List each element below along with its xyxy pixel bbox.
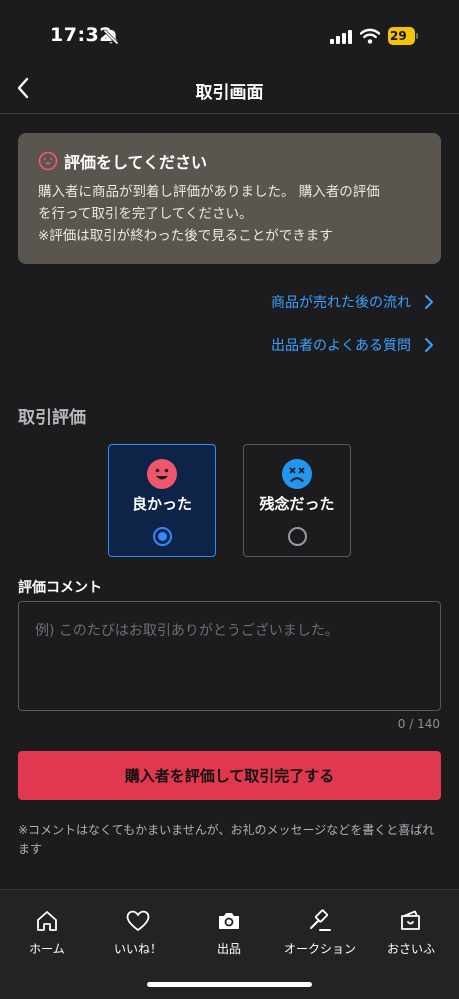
home-icon — [37, 911, 57, 931]
battery-level: 29 — [388, 27, 415, 45]
tab-sell[interactable]: 出品 — [189, 908, 269, 957]
notice-header: 評価をしてください — [38, 149, 421, 173]
comment-footnote: ※コメントはなくてもかまいませんが、お礼のメッセージなどを書くと喜ばれます — [18, 823, 435, 856]
notice-line: を行って取引を完了してください。 — [38, 206, 253, 222]
heart-icon — [126, 910, 150, 931]
rating-option-bad[interactable]: 残念だった — [243, 444, 351, 557]
link-label: 商品が売れた後の流れ — [271, 295, 411, 311]
notice-title: 評価をしてください — [64, 153, 208, 172]
comment-label: 評価コメント — [18, 580, 102, 596]
wifi-icon — [360, 28, 380, 44]
tab-wallet[interactable]: おさいふ — [371, 908, 451, 957]
bell-muted-icon — [103, 29, 119, 45]
gavel-icon — [310, 909, 331, 931]
screen: 17:32 29 取引画面 評価をしてください 購入者に商品が到着し評価がありま… — [0, 0, 459, 999]
tab-label: おさいふ — [386, 942, 435, 956]
rating-option-good[interactable]: 良かった — [108, 444, 216, 557]
complete-transaction-button[interactable]: 購入者を評価して取引完了する — [18, 751, 441, 800]
rating-option-label: 良かった — [131, 495, 192, 513]
radio-unselected[interactable] — [288, 527, 307, 546]
status-bar: 17:32 29 — [0, 0, 459, 66]
tab-label: オークション — [283, 942, 356, 956]
camera-icon — [219, 913, 239, 929]
battery-tip — [416, 33, 418, 39]
rating-option-label: 残念だった — [259, 495, 335, 513]
tab-auction[interactable]: オークション — [280, 908, 360, 957]
notice-line: 購入者に商品が到着し評価がありました。 購入者の評価 — [38, 184, 380, 200]
link-label: 出品者のよくある質問 — [271, 338, 411, 354]
notice-line: ※評価は取引が終わった後で見ることができます — [38, 228, 333, 244]
smile-face-icon — [38, 151, 58, 171]
tab-home[interactable]: ホーム — [7, 908, 87, 957]
nav-bar: 取引画面 — [0, 66, 459, 114]
notice-body: 購入者に商品が到着し評価がありました。 購入者の評価 を行って取引を完了してくだ… — [38, 181, 421, 247]
home-indicator — [147, 982, 312, 987]
battery-indicator: 29 — [388, 27, 418, 45]
comment-char-count: 0 / 140 — [397, 717, 440, 731]
tab-likes[interactable]: いいね！ — [98, 908, 178, 957]
tab-label: ホーム — [29, 942, 65, 956]
tab-label: いいね！ — [113, 942, 162, 956]
seller-faq-link[interactable]: 出品者のよくある質問 — [271, 335, 435, 355]
happy-face-icon — [147, 459, 177, 489]
comment-input[interactable] — [18, 601, 441, 711]
after-sale-flow-link[interactable]: 商品が売れた後の流れ — [271, 292, 435, 312]
wallet-icon — [401, 910, 420, 930]
chevron-right-icon — [425, 338, 433, 352]
cellular-signal-icon — [330, 30, 352, 44]
chevron-right-icon — [425, 295, 433, 309]
rating-section-title: 取引評価 — [18, 408, 86, 428]
page-title: 取引画面 — [195, 83, 264, 103]
sad-face-icon — [282, 459, 312, 489]
radio-selected[interactable] — [153, 527, 172, 546]
tab-label: 出品 — [216, 942, 241, 956]
evaluation-notice-card: 評価をしてください 購入者に商品が到着し評価がありました。 購入者の評価 を行っ… — [18, 133, 441, 264]
